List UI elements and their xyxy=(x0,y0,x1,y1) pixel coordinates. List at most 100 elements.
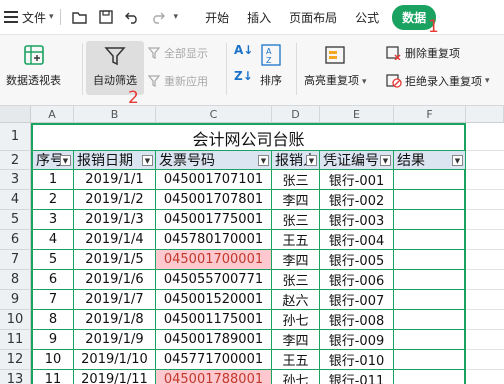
sort-button[interactable]: AZ 排序 xyxy=(260,43,282,88)
table-cell[interactable] xyxy=(394,190,466,210)
header-cell-2[interactable]: 报销日期 ▼ xyxy=(74,151,156,170)
header-cell-6[interactable]: 结果 ▼ xyxy=(394,151,466,170)
table-cell[interactable] xyxy=(466,290,504,310)
table-cell[interactable]: 银行-002 xyxy=(320,190,394,210)
column-header-b[interactable]: B xyxy=(74,106,156,123)
row-header-3[interactable]: 3 xyxy=(0,170,31,190)
column-header-c[interactable]: C xyxy=(156,106,272,123)
tab-page-layout[interactable]: 页面布局 xyxy=(289,9,337,26)
table-cell[interactable]: 2019/1/3 xyxy=(74,210,156,230)
table-cell[interactable]: 045001707801 xyxy=(156,190,272,210)
table-cell[interactable]: 王五 xyxy=(272,350,320,370)
filter-dropdown-icon[interactable]: ▼ xyxy=(258,155,269,166)
file-menu[interactable]: 文件 ▾ xyxy=(4,5,54,29)
table-cell[interactable]: 3 xyxy=(31,210,74,230)
table-cell[interactable]: 2 xyxy=(31,190,74,210)
table-cell[interactable]: 2019/1/11 xyxy=(74,370,156,384)
reject-duplicates-button[interactable]: 拒绝录入重复项 ▾ xyxy=(386,73,490,89)
row-header-5[interactable]: 5 xyxy=(0,210,31,230)
table-cell[interactable]: 银行-011 xyxy=(320,370,394,384)
table-cell[interactable] xyxy=(394,370,466,384)
spreadsheet-grid[interactable]: A B C D E F 1 2 3 4 5 6 7 8 9 10 11 12 13 会计网公司台账 序号 ▼ 报销日期 ▼ 发票… xyxy=(0,106,504,384)
redo-icon[interactable] xyxy=(150,9,166,25)
row-header-1[interactable]: 1 xyxy=(0,123,31,151)
table-cell[interactable]: 赵六 xyxy=(272,290,320,310)
table-cell[interactable] xyxy=(466,250,504,270)
header-cell-1[interactable]: 序号 ▼ xyxy=(31,151,74,170)
table-cell[interactable]: 5 xyxy=(31,250,74,270)
table-cell[interactable] xyxy=(466,230,504,250)
show-all-button[interactable]: 全部显示 xyxy=(148,45,208,61)
row-header-4[interactable]: 4 xyxy=(0,190,31,210)
table-cell[interactable]: 2019/1/7 xyxy=(74,290,156,310)
remove-duplicates-button[interactable]: 删除重复项 xyxy=(386,45,460,61)
table-cell[interactable]: 李四 xyxy=(272,330,320,350)
header-cell-4[interactable]: 报销人 ▼ xyxy=(272,151,320,170)
table-cell[interactable] xyxy=(466,151,504,170)
table-cell[interactable]: 银行-003 xyxy=(320,210,394,230)
table-cell[interactable]: 银行-010 xyxy=(320,350,394,370)
sheet-title-cell[interactable]: 会计网公司台账 xyxy=(31,123,466,151)
table-cell[interactable]: 李四 xyxy=(272,250,320,270)
filter-dropdown-icon[interactable]: ▼ xyxy=(60,155,71,166)
table-cell[interactable]: 8 xyxy=(31,310,74,330)
table-cell[interactable] xyxy=(466,370,504,384)
table-cell[interactable]: 2019/1/4 xyxy=(74,230,156,250)
header-cell-3[interactable]: 发票号码 ▼ xyxy=(156,151,272,170)
table-cell[interactable] xyxy=(394,350,466,370)
table-cell[interactable]: 11 xyxy=(31,370,74,384)
table-cell[interactable]: 王五 xyxy=(272,230,320,250)
table-cell[interactable]: 4 xyxy=(31,230,74,250)
select-all-corner[interactable] xyxy=(0,106,31,123)
save-icon[interactable] xyxy=(98,9,114,25)
tab-home[interactable]: 开始 xyxy=(205,9,229,26)
row-header-7[interactable]: 7 xyxy=(0,250,31,270)
column-header-d[interactable]: D xyxy=(272,106,320,123)
table-cell[interactable]: 10 xyxy=(31,350,74,370)
table-cell[interactable] xyxy=(394,330,466,350)
table-cell[interactable]: 045055700771 xyxy=(156,270,272,290)
table-cell[interactable]: 2019/1/1 xyxy=(74,170,156,190)
table-cell[interactable]: 2019/1/6 xyxy=(74,270,156,290)
table-cell[interactable]: 2019/1/9 xyxy=(74,330,156,350)
table-cell[interactable]: 张三 xyxy=(272,170,320,190)
table-cell[interactable] xyxy=(466,330,504,350)
table-cell[interactable] xyxy=(466,170,504,190)
row-header-8[interactable]: 8 xyxy=(0,270,31,290)
sort-ascending-button[interactable]: A↓ xyxy=(234,43,253,57)
open-folder-icon[interactable] xyxy=(72,9,88,25)
table-cell[interactable]: 7 xyxy=(31,290,74,310)
header-cell-5[interactable]: 凭证编号 ▼ xyxy=(320,151,394,170)
row-header-2[interactable]: 2 xyxy=(0,151,31,170)
quick-access-more-icon[interactable]: ▾ xyxy=(174,12,179,22)
row-header-10[interactable]: 10 xyxy=(0,310,31,330)
tab-insert[interactable]: 插入 xyxy=(247,9,271,26)
table-cell[interactable] xyxy=(466,123,504,151)
table-cell[interactable]: 2019/1/10 xyxy=(74,350,156,370)
column-header-f[interactable]: F xyxy=(394,106,466,123)
table-cell[interactable] xyxy=(394,270,466,290)
table-cell[interactable]: 045771700001 xyxy=(156,350,272,370)
row-header-11[interactable]: 11 xyxy=(0,330,31,350)
table-cell[interactable]: 银行-006 xyxy=(320,270,394,290)
table-cell[interactable]: 045001789001 xyxy=(156,330,272,350)
table-cell[interactable]: 张三 xyxy=(272,270,320,290)
row-header-12[interactable]: 12 xyxy=(0,350,31,370)
table-cell[interactable]: 孙七 xyxy=(272,370,320,384)
table-cell[interactable]: 045001700001 xyxy=(156,250,272,270)
table-cell[interactable]: 045001788001 xyxy=(156,370,272,384)
filter-dropdown-icon[interactable]: ▼ xyxy=(380,155,391,166)
column-header-a[interactable]: A xyxy=(31,106,74,123)
table-cell[interactable]: 045001775001 xyxy=(156,210,272,230)
table-cell[interactable] xyxy=(394,310,466,330)
table-cell[interactable]: 银行-004 xyxy=(320,230,394,250)
row-header-6[interactable]: 6 xyxy=(0,230,31,250)
reapply-button[interactable]: 重新应用 xyxy=(148,73,208,89)
table-cell[interactable]: 张三 xyxy=(272,210,320,230)
table-cell[interactable]: 2019/1/8 xyxy=(74,310,156,330)
table-cell[interactable]: 1 xyxy=(31,170,74,190)
table-cell[interactable] xyxy=(394,210,466,230)
table-cell[interactable] xyxy=(394,290,466,310)
column-header-e[interactable]: E xyxy=(320,106,394,123)
table-cell[interactable]: 银行-001 xyxy=(320,170,394,190)
